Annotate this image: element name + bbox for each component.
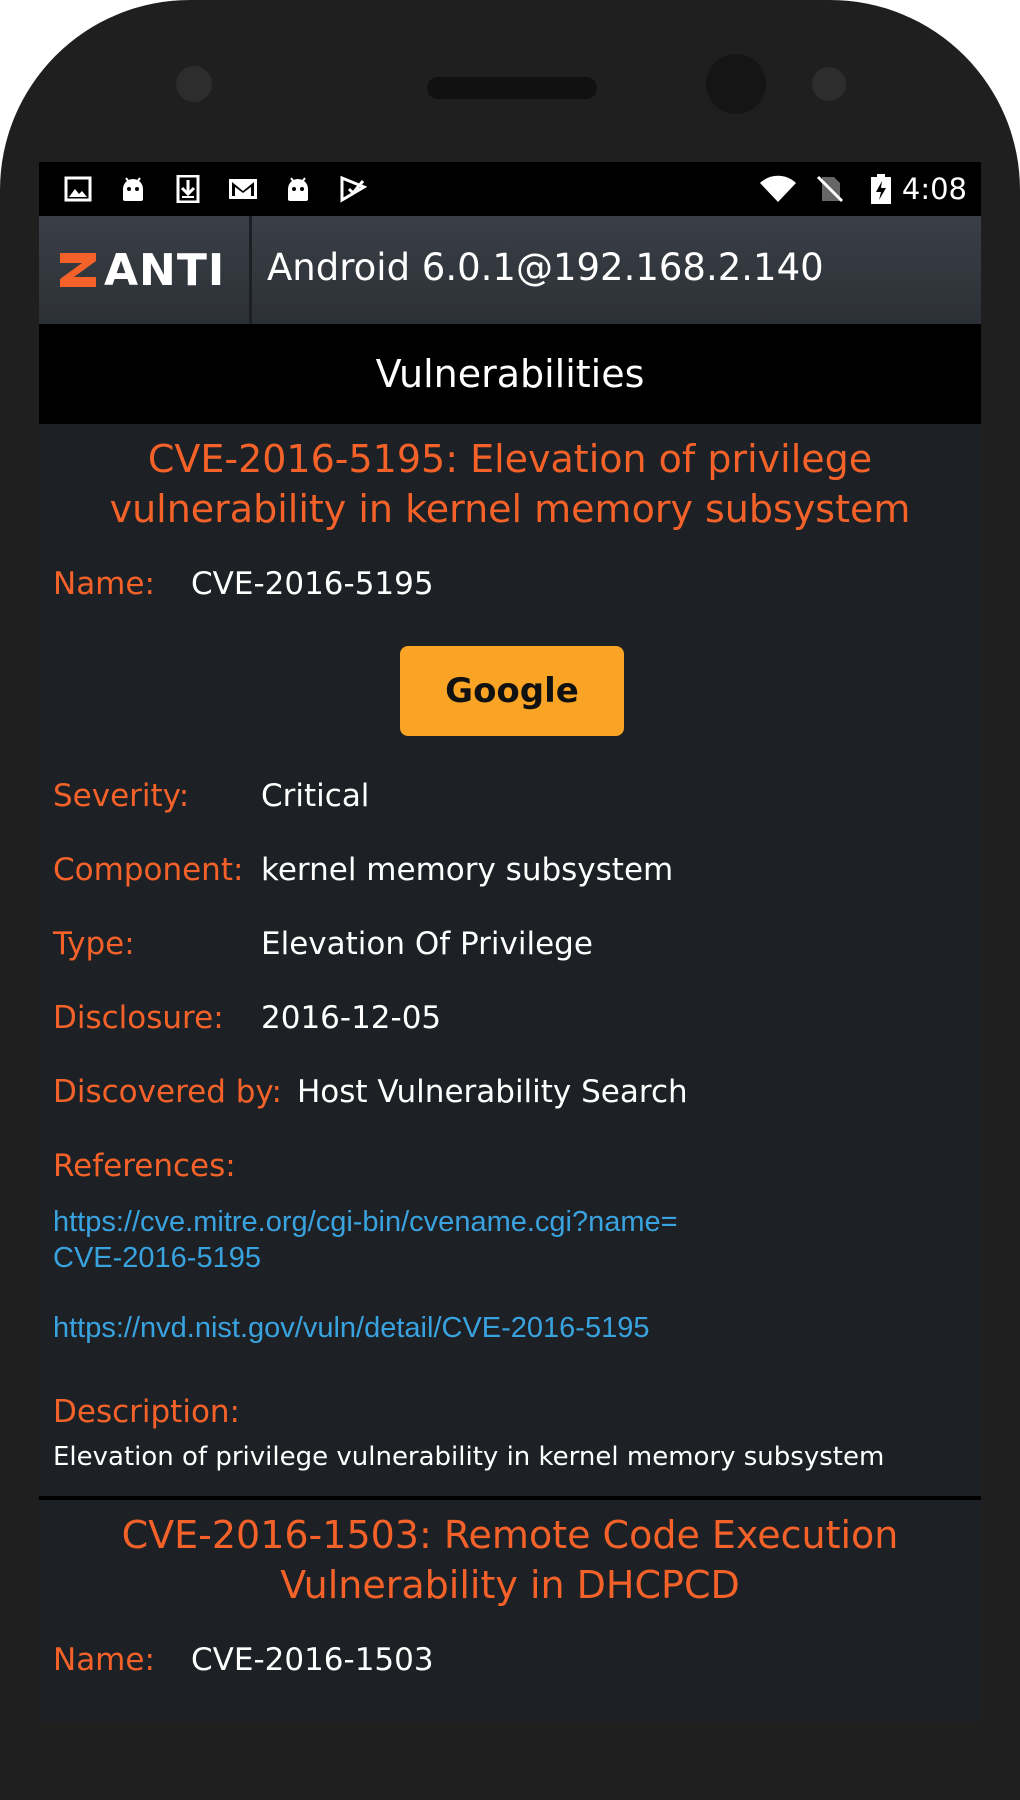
gmail-icon <box>228 174 258 204</box>
severity-value: Critical <box>261 778 370 814</box>
item-separator <box>39 1496 981 1500</box>
vulnerability-title: CVE-2016-5195: Elevation of privilege vu… <box>109 437 911 531</box>
references-row: References: <box>53 1148 236 1184</box>
android-icon <box>283 174 313 204</box>
name-row: Name: CVE-2016-5195 <box>53 566 434 602</box>
name-label: Name: <box>53 566 155 602</box>
name-row: Name: CVE-2016-1503 <box>53 1642 434 1678</box>
wifi-icon <box>759 174 797 204</box>
type-label: Type: <box>53 926 135 962</box>
disclosure-label: Disclosure: <box>53 1000 224 1036</box>
component-label: Component: <box>53 852 244 888</box>
battery-charging-icon <box>866 174 896 204</box>
device-title: Android 6.0.1@192.168.2.140 <box>267 246 824 289</box>
zimperium-logo-icon <box>60 253 96 287</box>
tasker-icon <box>338 174 368 204</box>
name-value: CVE-2016-5195 <box>191 566 434 602</box>
logo-text: ANTI <box>104 244 226 296</box>
component-row: Component: kernel memory subsystem <box>53 852 673 888</box>
front-camera <box>706 54 766 114</box>
component-value: kernel memory subsystem <box>261 852 674 888</box>
references-label: References: <box>53 1148 236 1184</box>
name-value: CVE-2016-1503 <box>191 1642 434 1678</box>
description-label: Description: <box>53 1394 240 1430</box>
no-sim-icon <box>815 174 845 204</box>
discovered-by-value: Host Vulnerability Search <box>297 1074 688 1110</box>
discovered-by-label: Discovered by: <box>53 1074 282 1110</box>
severity-label: Severity: <box>53 778 190 814</box>
android-icon <box>118 174 148 204</box>
description-text: Elevation of privilege vulnerability in … <box>53 1442 885 1472</box>
disclosure-row: Disclosure: 2016-12-05 <box>53 1000 441 1036</box>
image-icon <box>63 174 93 204</box>
google-button[interactable]: Google <box>400 646 624 736</box>
name-label: Name: <box>53 1642 155 1678</box>
status-clock: 4:08 <box>901 172 967 206</box>
proximity-sensor <box>812 67 846 101</box>
screen: 4:08 ANTI Android 6.0.1@192.168.2.140 Vu… <box>39 162 981 1722</box>
reference-link-nvd[interactable]: https://nvd.nist.gov/vuln/detail/CVE-201… <box>53 1310 649 1346</box>
app-header: ANTI Android 6.0.1@192.168.2.140 <box>39 216 981 324</box>
discovered-by-row: Discovered by: Host Vulnerability Search <box>53 1074 688 1110</box>
description-row: Description: <box>53 1394 240 1430</box>
header-divider <box>249 216 252 324</box>
reference-link-mitre[interactable]: https://cve.mitre.org/cgi-bin/cvename.cg… <box>53 1204 693 1276</box>
status-bar: 4:08 <box>39 162 981 216</box>
download-icon <box>173 174 203 204</box>
vulnerability-title: CVE-2016-1503: Remote Code Execution Vul… <box>121 1513 899 1607</box>
sensor-dot <box>176 66 212 102</box>
app-logo[interactable]: ANTI <box>39 216 249 324</box>
earpiece-speaker <box>427 77 597 99</box>
disclosure-value: 2016-12-05 <box>261 1000 442 1036</box>
phone-frame: 4:08 ANTI Android 6.0.1@192.168.2.140 Vu… <box>0 0 1020 1800</box>
type-row: Type: Elevation Of Privilege <box>53 926 593 962</box>
severity-row: Severity: Critical <box>53 778 369 814</box>
section-title: Vulnerabilities <box>39 324 981 424</box>
type-value: Elevation Of Privilege <box>261 926 593 962</box>
